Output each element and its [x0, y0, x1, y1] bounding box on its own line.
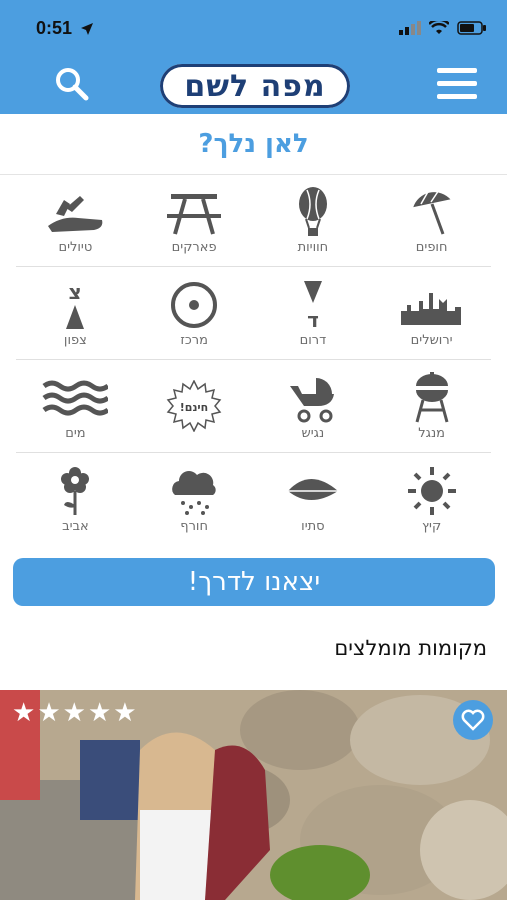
rating-stars: ★ ★ ★ ★ ★ [12, 698, 137, 728]
category-row: מנגל נגיש חינם! מים [16, 360, 491, 453]
search-button[interactable] [54, 66, 94, 106]
free-badge-text: חינם! [180, 401, 208, 414]
category-summer[interactable]: קיץ [372, 453, 491, 545]
leaf-icon [287, 478, 338, 500]
category-label: חורף [180, 518, 208, 534]
center-target-icon [171, 281, 218, 328]
category-row: חופים חוויות פארקים טיולים [16, 174, 491, 267]
category-label: אביב [62, 518, 89, 534]
south-arrow-icon: ד [303, 280, 322, 331]
hamburger-icon-bar [437, 81, 477, 86]
logo-text: מפה לשם [184, 68, 326, 104]
hamburger-icon-bar [437, 94, 477, 99]
hiking-boot-icon [48, 195, 103, 232]
status-time: 0:51 [36, 18, 73, 38]
category-label: מנגל [418, 425, 446, 441]
category-south[interactable]: ד דרום [254, 267, 373, 359]
category-parks[interactable]: פארקים [135, 174, 254, 266]
category-label: מים [65, 425, 86, 441]
picnic-table-icon [167, 193, 222, 235]
location-arrow-icon [80, 21, 94, 40]
category-beaches[interactable]: חופים [372, 174, 491, 266]
cellular-signal-icon [399, 20, 421, 39]
category-label: דרום [299, 332, 327, 348]
south-letter: ד [307, 308, 319, 331]
category-label: קיץ [422, 518, 442, 534]
north-letter: צ [69, 280, 82, 304]
menu-button[interactable] [437, 68, 477, 100]
status-bar: 0:51 [0, 0, 507, 52]
category-label: מרכז [180, 332, 208, 348]
category-accessible[interactable]: נגיש [254, 360, 373, 452]
hamburger-icon-bar [437, 68, 477, 73]
category-label: סתיו [301, 518, 325, 534]
category-label: ירושלים [410, 332, 453, 348]
jerusalem-skyline-icon [400, 292, 461, 325]
search-icon [54, 68, 90, 106]
battery-icon [457, 20, 487, 39]
wifi-icon [428, 18, 450, 39]
stroller-icon [289, 377, 334, 422]
heart-icon [461, 709, 485, 731]
star-icon: ★ [37, 698, 61, 728]
recommended-place-card[interactable]: ★ ★ ★ ★ ★ [0, 690, 507, 900]
sun-icon [407, 466, 456, 515]
category-autumn[interactable]: סתיו [254, 453, 373, 545]
category-label: חוויות [297, 239, 329, 255]
flower-icon [61, 466, 90, 515]
app-logo: מפה לשם [160, 64, 350, 108]
star-icon: ★ [12, 698, 36, 728]
category-experiences[interactable]: חוויות [254, 174, 373, 266]
star-icon: ★ [113, 698, 137, 728]
category-jerusalem[interactable]: ירושלים [372, 267, 491, 359]
category-winter[interactable]: חורף [135, 453, 254, 545]
recommended-title: מקומות מומלצים [334, 636, 487, 660]
grill-icon [415, 371, 449, 422]
category-row: ירושלים ד דרום מרכז צ צפון [16, 267, 491, 360]
star-icon: ★ [62, 698, 86, 728]
where-to-title: לאן נלך? [0, 114, 507, 175]
category-free[interactable]: חינם! [135, 360, 254, 452]
category-label: נגיש [301, 425, 325, 441]
category-label: פארקים [171, 239, 217, 255]
category-spring[interactable]: אביב [16, 453, 135, 545]
north-arrow-icon: צ [66, 280, 85, 329]
rain-cloud-icon [172, 470, 216, 515]
category-grill[interactable]: מנגל [372, 360, 491, 452]
category-water[interactable]: מים [16, 360, 135, 452]
hot-air-balloon-icon [298, 186, 327, 236]
favorite-button[interactable] [453, 700, 493, 740]
category-north[interactable]: צ צפון [16, 267, 135, 359]
category-label: טיולים [58, 239, 93, 255]
category-row: קיץ סתיו חורף אביב [16, 453, 491, 545]
category-center[interactable]: מרכז [135, 267, 254, 359]
umbrella-icon [412, 189, 451, 235]
category-label: חופים [415, 239, 448, 255]
star-icon: ★ [87, 698, 112, 728]
category-trips[interactable]: טיולים [16, 174, 135, 266]
category-label: צפון [63, 332, 87, 348]
free-burst-icon: חינם! [166, 380, 222, 432]
water-waves-icon [42, 380, 109, 415]
go-button[interactable]: יצאנו לדרך! [13, 558, 495, 606]
category-grid: חופים חוויות פארקים טיולים ירושלים ד דרו… [16, 174, 491, 546]
app-header: מפה לשם [0, 52, 507, 114]
